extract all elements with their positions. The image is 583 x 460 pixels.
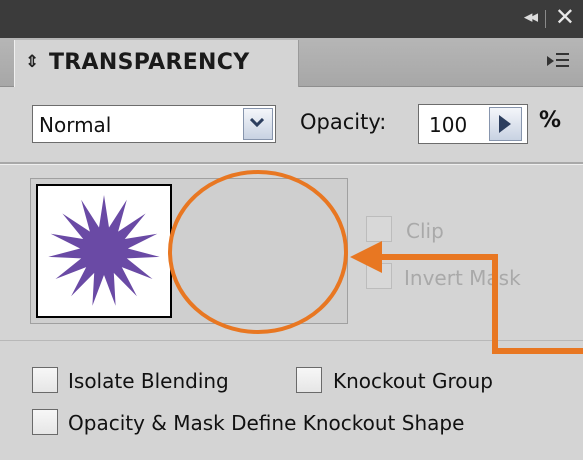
invert-mask-label: Invert Mask <box>404 266 521 290</box>
tab-transparency[interactable]: ⇕ TRANSPARENCY <box>14 40 299 87</box>
isolate-blending-checkbox[interactable] <box>32 367 58 393</box>
clip-checkbox[interactable] <box>366 216 392 242</box>
blend-mode-value: Normal <box>39 113 112 137</box>
panel-menu-icon[interactable] <box>547 50 569 70</box>
transparency-panel: ◂◂ ✕ ⇕ TRANSPARENCY Normal Opacity: 100 … <box>0 0 583 460</box>
isolate-blending-label: Isolate Blending <box>68 369 229 393</box>
opacity-unit: % <box>539 108 562 133</box>
options-divider <box>0 340 583 341</box>
panel-title: TRANSPARENCY <box>49 50 250 75</box>
blend-mode-select[interactable]: Normal <box>32 105 276 143</box>
section-divider <box>0 162 583 165</box>
tab-arrows-icon: ⇕ <box>25 52 40 72</box>
knockout-group-label: Knockout Group <box>333 369 493 393</box>
knockout-group-checkbox[interactable] <box>296 367 322 393</box>
panel-titlebar: ◂◂ ✕ <box>0 0 583 38</box>
stepper-arrow-icon[interactable] <box>489 107 522 141</box>
clip-label: Clip <box>406 219 444 243</box>
mask-thumbnail[interactable] <box>176 184 344 318</box>
titlebar-separator <box>545 10 546 28</box>
close-icon[interactable]: ✕ <box>555 3 575 31</box>
invert-mask-checkbox[interactable] <box>366 263 392 289</box>
starburst-icon <box>48 195 160 306</box>
art-thumbnail[interactable] <box>36 184 172 318</box>
opacity-value: 100 <box>429 113 468 137</box>
opacity-mask-knockout-label: Opacity & Mask Define Knockout Shape <box>68 411 465 435</box>
opacity-mask-knockout-checkbox[interactable] <box>32 409 58 435</box>
collapse-icon[interactable]: ◂◂ <box>524 7 538 27</box>
dropdown-chevron-icon[interactable] <box>243 108 273 140</box>
opacity-label: Opacity: <box>300 110 387 134</box>
